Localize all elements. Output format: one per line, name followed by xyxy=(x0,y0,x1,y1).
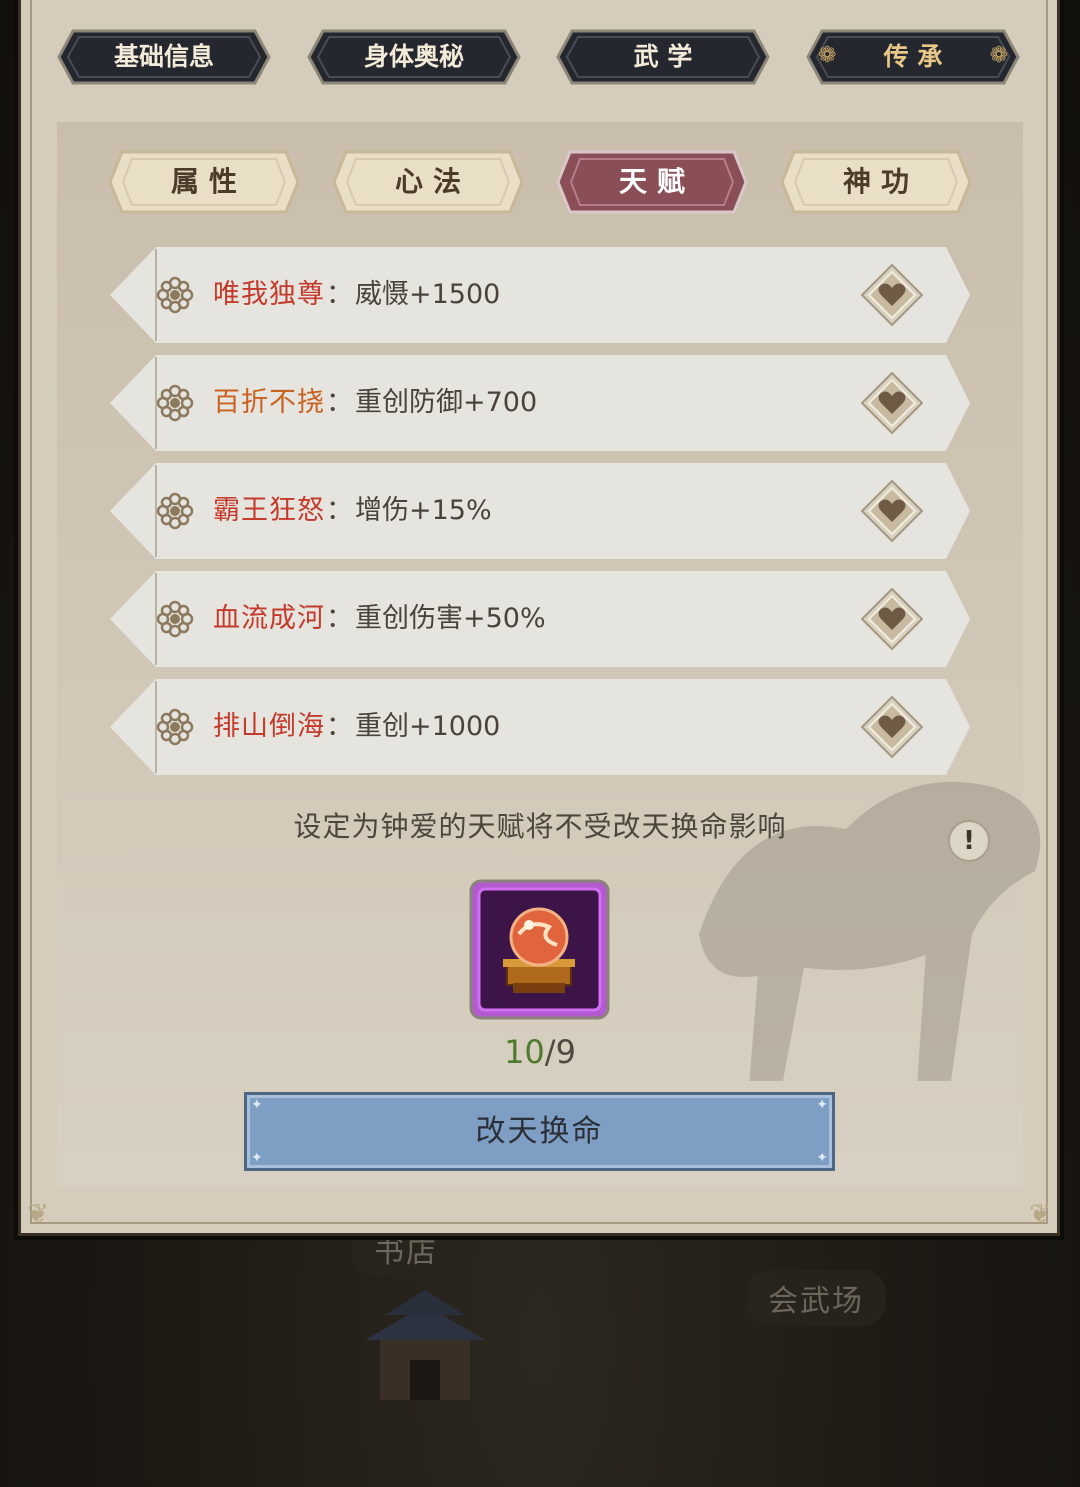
talent-row[interactable]: 血流成河：重创伤害+50% xyxy=(108,571,972,667)
sub-tab-4[interactable]: 神功 xyxy=(780,150,972,214)
top-tab-3[interactable]: 武 学 xyxy=(556,29,770,85)
talent-row[interactable]: 排山倒海：重创+1000 xyxy=(108,679,972,775)
flower-icon xyxy=(156,600,194,638)
talent-name: 百折不挠 xyxy=(213,387,325,418)
map-label-arena[interactable]: 会武场 xyxy=(746,1270,886,1326)
talent-row[interactable]: 百折不挠：重创防御+700 xyxy=(108,355,972,451)
talent-separator: ： xyxy=(326,387,354,418)
sub-tab-3[interactable]: 天赋 xyxy=(556,150,748,214)
sub-tab-label: 天赋 xyxy=(618,165,695,198)
favorite-heart-icon[interactable] xyxy=(861,696,923,758)
top-tab-2[interactable]: 身体奥秘 xyxy=(307,29,521,85)
talent-effect: 重创+1000 xyxy=(355,711,501,742)
favorite-heart-icon[interactable] xyxy=(861,372,923,434)
crystal-orb-icon[interactable] xyxy=(469,879,610,1020)
sub-tab-label: 属性 xyxy=(170,165,247,198)
item-count-need: 9 xyxy=(555,1033,576,1071)
flower-icon xyxy=(156,276,194,314)
item-count: 10/9 xyxy=(0,1033,1080,1071)
talent-effect: 重创伤害+50% xyxy=(355,603,546,634)
top-tab-label: 武 学 xyxy=(633,42,693,71)
talent-name: 排山倒海 xyxy=(213,711,325,742)
talent-separator: ： xyxy=(326,495,354,526)
flower-icon xyxy=(156,384,194,422)
favorite-heart-icon[interactable] xyxy=(861,588,923,650)
change-fate-button[interactable]: ✦ ✦ ✦ ✦ 改天换命 xyxy=(244,1092,835,1171)
sub-tab-2[interactable]: 心法 xyxy=(332,150,524,214)
talent-separator: ： xyxy=(326,279,354,310)
favorite-heart-icon[interactable] xyxy=(861,480,923,542)
corner-ornament-icon: ❦ xyxy=(1029,1199,1051,1229)
favorite-heart-icon[interactable] xyxy=(861,264,923,326)
favorite-hint-text: 设定为钟爱的天赋将不受改天换命影响 xyxy=(293,810,787,843)
talent-row[interactable]: 霸王狂怒：增伤+15% xyxy=(108,463,972,559)
sub-tab-label: 神功 xyxy=(842,165,919,198)
top-tab-label: 传 承 xyxy=(883,42,943,71)
top-tab-label: 基础信息 xyxy=(113,42,214,71)
talent-separator: ： xyxy=(326,711,354,742)
talent-effect: 增伤+15% xyxy=(355,495,492,526)
talent-separator: ： xyxy=(326,603,354,634)
flower-icon xyxy=(156,708,194,746)
sub-tab-label: 心法 xyxy=(394,165,471,198)
talent-row[interactable]: 唯我独尊：威慑+1500 xyxy=(108,247,972,343)
item-count-have: 10 xyxy=(504,1033,545,1071)
talent-name: 霸王狂怒 xyxy=(213,495,325,526)
talent-name: 唯我独尊 xyxy=(213,279,325,310)
building-icon xyxy=(365,1290,485,1400)
change-fate-button-label: 改天换命 xyxy=(475,1114,604,1149)
sub-tab-1[interactable]: 属性 xyxy=(108,150,300,214)
item-count-separator: / xyxy=(544,1033,556,1071)
top-tab-label: 身体奥秘 xyxy=(363,42,464,71)
info-icon[interactable]: ! xyxy=(948,820,990,862)
talent-effect: 威慑+1500 xyxy=(355,279,501,310)
talent-effect: 重创防御+700 xyxy=(355,387,538,418)
talent-name: 血流成河 xyxy=(213,603,325,634)
top-tab-4[interactable]: ❁ ❁ 传 承 xyxy=(806,29,1020,85)
corner-ornament-icon: ❦ xyxy=(27,1199,49,1229)
top-tab-1[interactable]: 基础信息 xyxy=(57,29,271,85)
flower-icon xyxy=(156,492,194,530)
